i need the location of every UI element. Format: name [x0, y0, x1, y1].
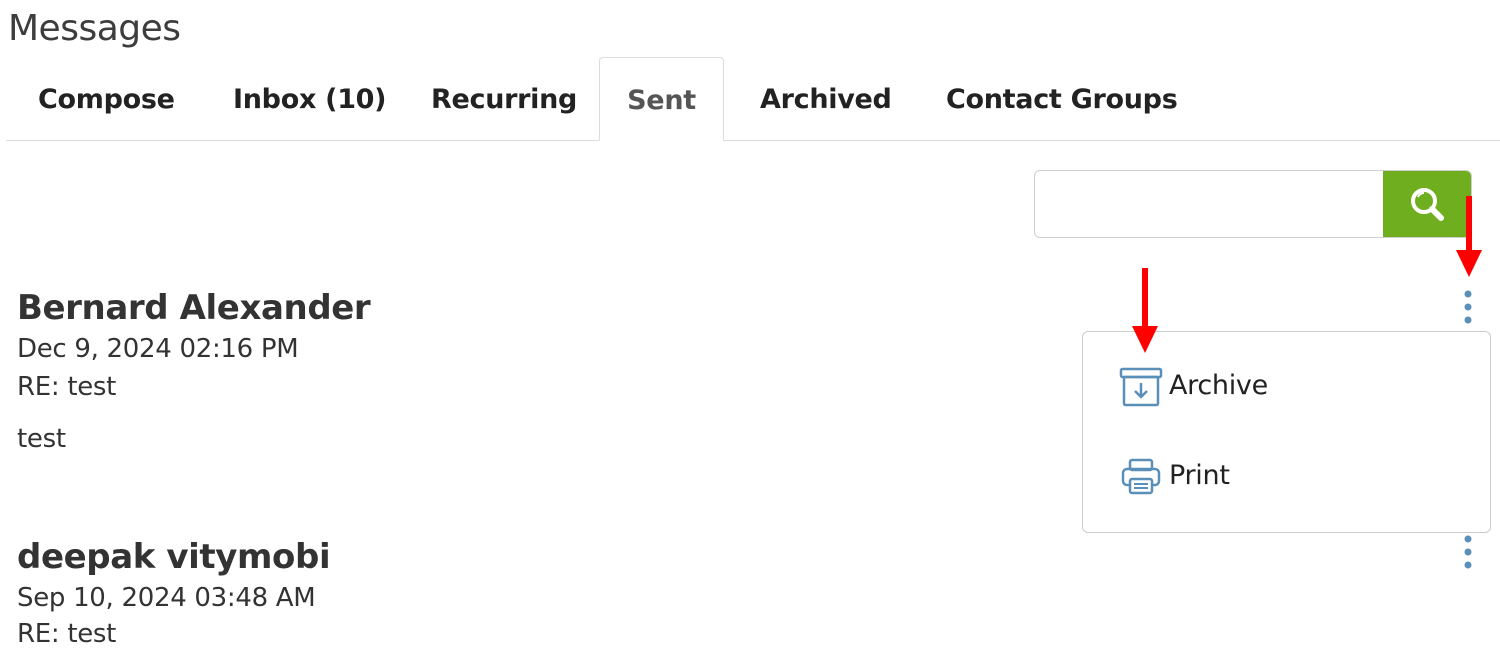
more-vertical-icon: [1464, 290, 1472, 324]
annotation-arrow-down-icon: [1456, 196, 1482, 277]
message-item[interactable]: Bernard Alexander Dec 9, 2024 02:16 PM R…: [17, 288, 371, 454]
tab-inbox[interactable]: Inbox (10): [233, 57, 387, 140]
search-box: [1034, 170, 1472, 238]
more-vertical-icon: [1464, 535, 1472, 569]
menu-item-archive[interactable]: Archive: [1119, 364, 1439, 414]
tab-archived[interactable]: Archived: [760, 57, 892, 140]
message-subject: RE: test: [17, 372, 117, 402]
message-date: Sep 10, 2024 03:48 AM: [17, 583, 316, 613]
menu-item-print[interactable]: Print: [1119, 454, 1439, 504]
archive-icon: [1119, 367, 1163, 407]
menu-item-label: Print: [1169, 460, 1230, 491]
message-item[interactable]: deepak vitymobi Sep 10, 2024 03:48 AM RE…: [17, 537, 331, 649]
message-options-menu: Archive Print: [1082, 331, 1491, 533]
search-input[interactable]: [1035, 171, 1385, 237]
tab-contact-groups[interactable]: Contact Groups: [946, 57, 1178, 140]
tab-bar: Compose Inbox (10) Recurring Sent Archiv…: [6, 57, 1500, 141]
message-body: test: [17, 424, 66, 454]
tab-sent[interactable]: Sent: [599, 57, 724, 141]
tab-recurring[interactable]: Recurring: [431, 57, 577, 140]
tab-compose[interactable]: Compose: [38, 57, 175, 140]
message-date: Dec 9, 2024 02:16 PM: [17, 334, 299, 364]
page-title: Messages: [8, 8, 181, 49]
message-options-button[interactable]: [1458, 533, 1478, 573]
message-sender: deepak vitymobi: [17, 537, 331, 577]
message-subject: RE: test: [17, 619, 117, 649]
message-options-button[interactable]: [1458, 288, 1478, 328]
message-sender: Bernard Alexander: [17, 288, 371, 328]
annotation-arrow-down-icon: [1132, 268, 1158, 353]
print-icon: [1121, 458, 1161, 495]
menu-item-label: Archive: [1169, 370, 1268, 401]
